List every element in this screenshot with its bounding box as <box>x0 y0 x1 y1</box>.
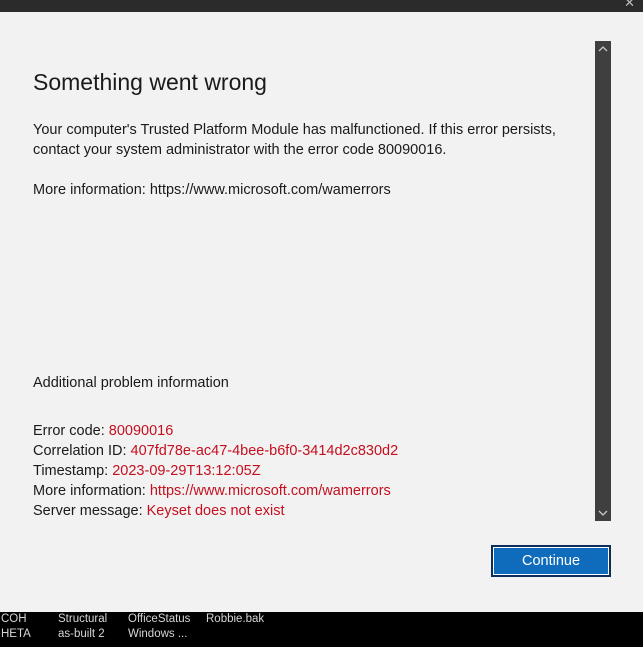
desktop-item-line1: Robbie.bak <box>206 613 265 625</box>
desktop-item-line2: Windows ... <box>128 628 188 640</box>
desktop-item-line1: OfficeStatus <box>128 613 191 625</box>
detail-label: Error code: <box>33 423 109 439</box>
detail-server-message: Server message: Keyset does not exist <box>33 501 398 521</box>
chevron-up-icon[interactable] <box>595 41 611 57</box>
detail-label: Server message: <box>33 503 147 519</box>
detail-error-code: Error code: 80090016 <box>33 421 398 441</box>
close-icon[interactable]: ✕ <box>624 0 635 10</box>
dialog-heading: Something went wrong <box>33 69 267 95</box>
desktop-item-officestatus[interactable]: OfficeStatus Windows ... <box>128 612 190 642</box>
detail-value: 407fd78e-ac47-4bee-b6f0-3414d2c830d2 <box>130 443 399 459</box>
additional-info-heading: Additional problem information <box>33 375 229 391</box>
detail-correlation-id: Correlation ID: 407fd78e-ac47-4bee-b6f0-… <box>33 441 398 461</box>
desktop-item-coh[interactable]: COH HETA <box>1 612 31 642</box>
desktop-item-structural[interactable]: Structural as-built 2 <box>58 612 107 642</box>
detail-value: 80090016 <box>108 423 174 439</box>
detail-more-information: More information: https://www.microsoft.… <box>33 481 398 501</box>
continue-button[interactable]: Continue <box>491 545 611 577</box>
desktop-strip: COH HETA Structural as-built 2 OfficeSta… <box>0 612 643 647</box>
desktop-item-line2: as-built 2 <box>58 628 105 640</box>
detail-value: 2023-09-29T13:12:05Z <box>112 463 261 479</box>
detail-value: Keyset does not exist <box>146 503 285 519</box>
detail-label: Timestamp: <box>33 463 113 479</box>
desktop-item-line1: Structural <box>58 613 108 625</box>
desktop-item-robbie[interactable]: Robbie.bak <box>206 612 264 627</box>
error-details: Error code: 80090016 Correlation ID: 407… <box>33 421 398 521</box>
detail-label: More information: <box>33 483 150 499</box>
vertical-scrollbar[interactable] <box>595 41 611 521</box>
desktop-item-line2: HETA <box>1 628 31 640</box>
desktop-item-line1: COH <box>1 613 27 625</box>
more-info-text: More information: https://www.microsoft.… <box>33 182 391 198</box>
error-message: Your computer's Trusted Platform Module … <box>33 122 556 158</box>
chevron-down-icon[interactable] <box>595 505 611 521</box>
detail-label: Correlation ID: <box>33 443 131 459</box>
detail-timestamp: Timestamp: 2023-09-29T13:12:05Z <box>33 461 398 481</box>
window-title-bar: ✕ <box>0 0 643 12</box>
error-dialog: Something went wrong Your computer's Tru… <box>0 12 643 612</box>
detail-link[interactable]: https://www.microsoft.com/wamerrors <box>150 483 391 499</box>
